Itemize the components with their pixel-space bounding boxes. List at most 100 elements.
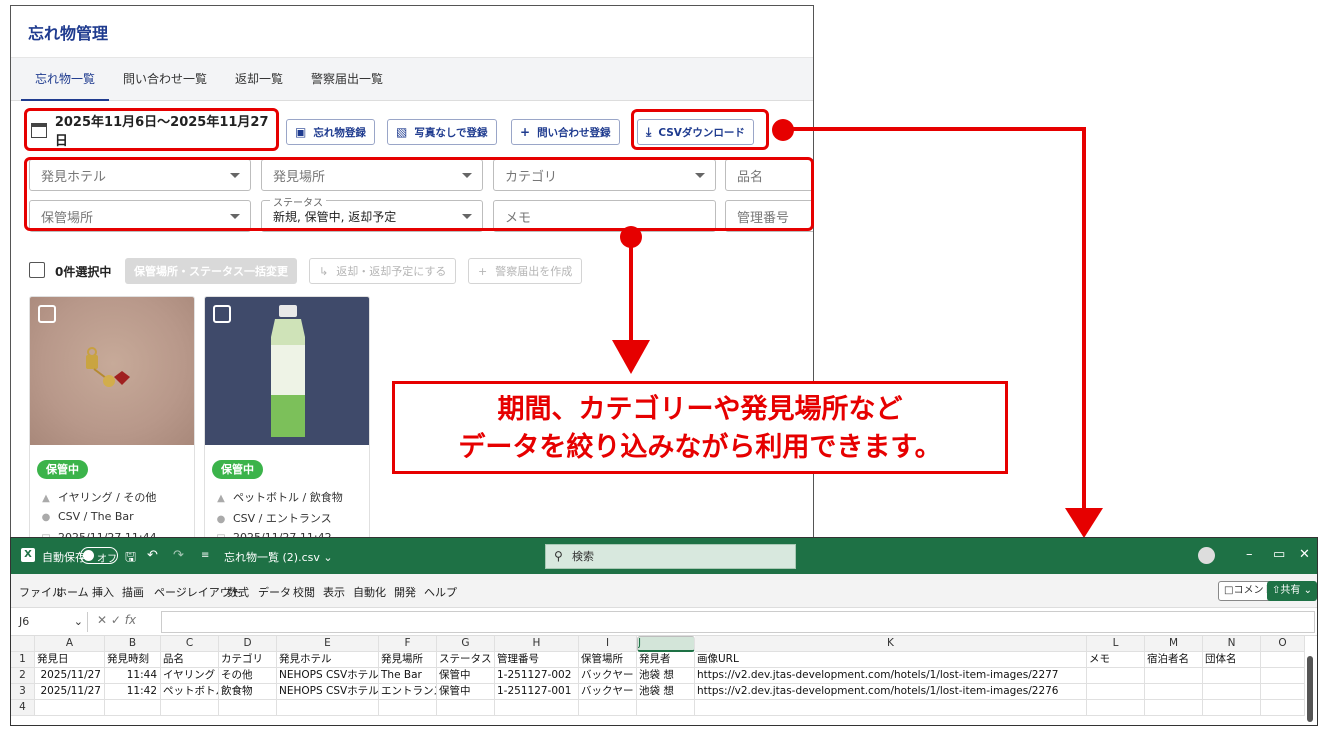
cell[interactable]: バックヤード: [579, 684, 637, 700]
column-header[interactable]: G: [437, 636, 495, 652]
row-header[interactable]: 1: [11, 652, 35, 668]
cell[interactable]: 2025/11/27: [35, 668, 105, 684]
cell[interactable]: The Bar: [379, 668, 437, 684]
select-all-checkbox[interactable]: [29, 262, 45, 278]
cell[interactable]: 保管中: [437, 668, 495, 684]
cell[interactable]: [1261, 652, 1305, 668]
autosave-toggle[interactable]: オフ: [80, 547, 118, 565]
close-icon[interactable]: ✕: [1299, 547, 1310, 562]
column-header[interactable]: A: [35, 636, 105, 652]
column-header[interactable]: D: [219, 636, 277, 652]
restore-icon[interactable]: ▭: [1273, 547, 1285, 562]
cell[interactable]: [1261, 684, 1305, 700]
tab-inquiries[interactable]: 問い合わせ一覧: [109, 58, 221, 101]
cell[interactable]: 11:42: [105, 684, 161, 700]
cell[interactable]: 管理番号: [495, 652, 579, 668]
column-header[interactable]: O: [1261, 636, 1305, 652]
menu-review[interactable]: 校閲: [293, 584, 315, 600]
cell[interactable]: [1145, 700, 1203, 716]
register-item-button[interactable]: ▣ 忘れ物登録: [286, 119, 375, 145]
cell[interactable]: 保管中: [437, 684, 495, 700]
cell[interactable]: 池袋 想: [637, 684, 695, 700]
cell[interactable]: 宿泊者名: [1145, 652, 1203, 668]
cell[interactable]: 池袋 想: [637, 668, 695, 684]
cell[interactable]: NEHOPS CSVホテル: [277, 668, 379, 684]
cell[interactable]: [1087, 684, 1145, 700]
minimize-icon[interactable]: –: [1246, 547, 1253, 562]
return-button[interactable]: ↳ 返却・返却予定にする: [309, 258, 457, 284]
cell[interactable]: [1087, 700, 1145, 716]
cell[interactable]: [105, 700, 161, 716]
cell[interactable]: ペットボトル: [161, 684, 219, 700]
formula-input[interactable]: [161, 611, 1315, 633]
row-header[interactable]: 2: [11, 668, 35, 684]
tab-police-reports[interactable]: 警察届出一覧: [297, 58, 397, 101]
police-report-button[interactable]: + 警察届出を作成: [468, 258, 583, 284]
cell[interactable]: [1087, 668, 1145, 684]
menu-developer[interactable]: 開発: [394, 584, 416, 600]
cell[interactable]: [1203, 684, 1261, 700]
column-header[interactable]: B: [105, 636, 161, 652]
cell[interactable]: 2025/11/27: [35, 684, 105, 700]
cell[interactable]: 保管場所: [579, 652, 637, 668]
share-button[interactable]: ⇧共有 ⌄: [1267, 581, 1317, 601]
file-name[interactable]: 忘れ物一覧 (2).csv ⌄: [224, 549, 333, 565]
cell[interactable]: [277, 700, 379, 716]
cell[interactable]: メモ: [1087, 652, 1145, 668]
save-icon[interactable]: 🖫: [125, 548, 136, 570]
cell[interactable]: 11:44: [105, 668, 161, 684]
function-icon[interactable]: ✕ ✓ fx: [97, 613, 136, 627]
cell[interactable]: [1261, 668, 1305, 684]
column-header[interactable]: L: [1087, 636, 1145, 652]
cell[interactable]: 発見時刻: [105, 652, 161, 668]
cell[interactable]: [437, 700, 495, 716]
cell[interactable]: 品名: [161, 652, 219, 668]
column-header[interactable]: N: [1203, 636, 1261, 652]
tab-returns[interactable]: 返却一覧: [221, 58, 297, 101]
column-header[interactable]: M: [1145, 636, 1203, 652]
cell[interactable]: [1203, 700, 1261, 716]
row-header[interactable]: 3: [11, 684, 35, 700]
register-no-photo-button[interactable]: ▧ 写真なしで登録: [387, 119, 497, 145]
column-header[interactable]: J: [637, 636, 695, 652]
cell[interactable]: [35, 700, 105, 716]
menu-home[interactable]: ホーム: [56, 584, 89, 600]
cell[interactable]: バックヤード: [579, 668, 637, 684]
name-box[interactable]: J6 ⌄: [14, 612, 88, 632]
cell[interactable]: 画像URL: [695, 652, 1087, 668]
column-header[interactable]: E: [277, 636, 379, 652]
cell[interactable]: [1203, 668, 1261, 684]
cell[interactable]: 飲食物: [219, 684, 277, 700]
cell[interactable]: [495, 700, 579, 716]
cell[interactable]: [219, 700, 277, 716]
cell[interactable]: カテゴリ: [219, 652, 277, 668]
cell[interactable]: 発見日: [35, 652, 105, 668]
customize-icon[interactable]: ≡: [201, 550, 209, 561]
column-header[interactable]: K: [695, 636, 1087, 652]
cell[interactable]: https://v2.dev.jtas-development.com/hote…: [695, 684, 1087, 700]
cell[interactable]: 団体名: [1203, 652, 1261, 668]
menu-automate[interactable]: 自動化: [353, 584, 386, 600]
cell[interactable]: [161, 700, 219, 716]
add-inquiry-button[interactable]: + 問い合わせ登録: [511, 119, 620, 145]
undo-icon[interactable]: ↶: [147, 548, 158, 563]
cell[interactable]: [1145, 684, 1203, 700]
select-all-corner[interactable]: [11, 636, 35, 652]
item-card[interactable]: 保管中 ▲ペットボトル / 飲食物 ●CSV / エントランス □2025/11…: [204, 296, 370, 539]
card-checkbox[interactable]: [38, 305, 56, 323]
column-header[interactable]: C: [161, 636, 219, 652]
redo-icon[interactable]: ↷: [173, 548, 184, 563]
column-header[interactable]: F: [379, 636, 437, 652]
menu-formulas[interactable]: 数式: [227, 584, 249, 600]
column-header[interactable]: I: [579, 636, 637, 652]
cell[interactable]: [579, 700, 637, 716]
cell[interactable]: https://v2.dev.jtas-development.com/hote…: [695, 668, 1087, 684]
menu-insert[interactable]: 挿入: [92, 584, 114, 600]
menu-view[interactable]: 表示: [323, 584, 345, 600]
avatar[interactable]: [1198, 547, 1215, 564]
menu-data[interactable]: データ: [258, 584, 291, 600]
search-box[interactable]: ⚲ 検索: [545, 544, 796, 569]
vertical-scrollbar[interactable]: [1307, 656, 1313, 722]
cell[interactable]: 発見者: [637, 652, 695, 668]
cell[interactable]: 1-251127-002: [495, 668, 579, 684]
